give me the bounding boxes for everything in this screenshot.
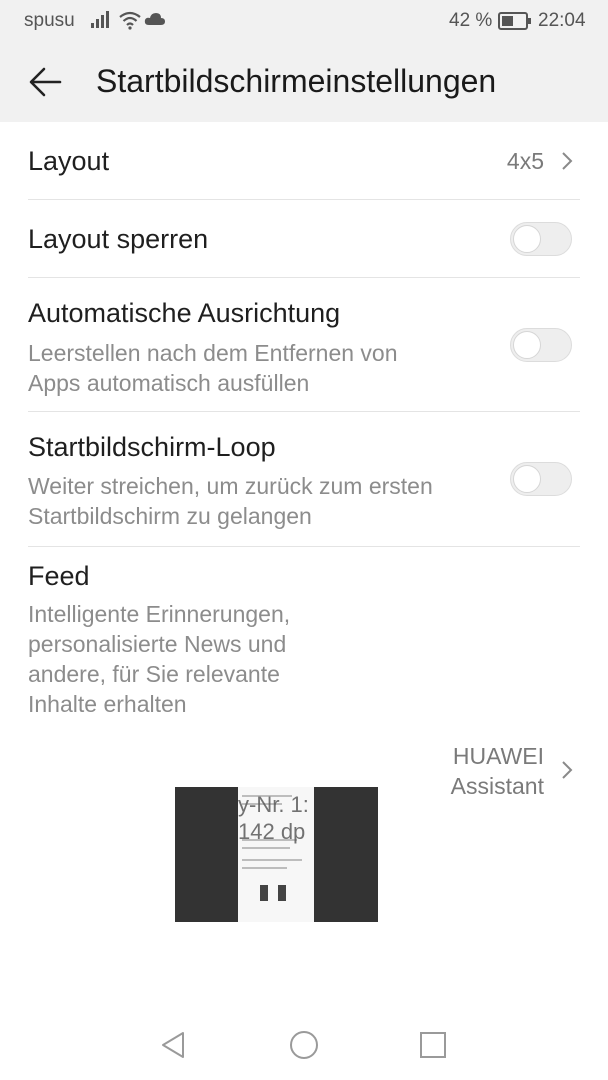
- status-bar: spusu 42 % 22:04: [0, 0, 608, 42]
- chevron-right-icon: [562, 152, 573, 170]
- setting-auto-align[interactable]: Automatische Ausrichtung Leerstellen nac…: [0, 278, 608, 412]
- setting-lock-layout-title: Layout sperren: [28, 224, 209, 254]
- setting-lock-layout[interactable]: Layout sperren: [0, 200, 608, 278]
- signal-icon: [91, 11, 109, 28]
- preview-block: [278, 885, 286, 901]
- setting-feed-title: Feed: [28, 561, 90, 591]
- setting-feed-subtitle-4: Inhalte erhalten: [28, 691, 187, 717]
- setting-feed-value-1: HUAWEI: [452, 743, 544, 769]
- wifi-icon: [119, 11, 141, 30]
- battery-icon: [498, 12, 531, 30]
- setting-feed-subtitle-3: andere, für Sie relevante: [28, 661, 280, 687]
- setting-auto-align-title: Automatische Ausrichtung: [28, 298, 341, 328]
- carrier-name: spusu: [24, 10, 75, 31]
- preview-overlay-line-1: y-Nr. 1:: [238, 792, 309, 817]
- setting-home-loop[interactable]: Startbildschirm-Loop Weiter streichen, u…: [0, 412, 608, 547]
- back-triangle-icon[interactable]: [157, 1028, 191, 1062]
- page-title: Startbildschirmeinstellungen: [96, 63, 497, 99]
- clock: 22:04: [538, 10, 586, 31]
- preview-line: [242, 847, 290, 849]
- toggle-knob: [513, 331, 541, 359]
- navigation-bar: [0, 1010, 608, 1080]
- setting-auto-align-subtitle-1: Leerstellen nach dem Entfernen von: [28, 340, 398, 366]
- cloud-icon: [144, 13, 165, 25]
- setting-auto-align-subtitle-2: Apps automatisch ausfüllen: [28, 370, 310, 396]
- toggle-knob: [513, 225, 541, 253]
- setting-feed-subtitle-1: Intelligente Erinnerungen,: [28, 601, 291, 627]
- app-bar: Startbildschirmeinstellungen: [0, 42, 608, 122]
- lock-layout-toggle[interactable]: [510, 222, 572, 256]
- auto-align-toggle[interactable]: [510, 328, 572, 362]
- screen-preview: y-Nr. 1: 142 dp: [175, 787, 378, 922]
- battery-percent: 42 %: [449, 10, 493, 31]
- preview-overlay-line-2: 142 dp: [238, 819, 306, 844]
- setting-layout-value: 4x5: [506, 148, 544, 174]
- setting-home-loop-subtitle-2: Startbildschirm zu gelangen: [28, 503, 312, 529]
- preview-line: [242, 867, 287, 869]
- setting-feed[interactable]: Feed Intelligente Erinnerungen, personal…: [0, 547, 608, 799]
- arrow-left-icon[interactable]: [24, 60, 68, 104]
- setting-feed-subtitle-2: personalisierte News und: [28, 631, 287, 657]
- home-circle-icon[interactable]: [287, 1028, 321, 1062]
- setting-home-loop-subtitle-1: Weiter streichen, um zurück zum ersten: [28, 473, 433, 499]
- toggle-knob: [513, 465, 541, 493]
- setting-layout[interactable]: Layout 4x5: [0, 122, 608, 200]
- preview-overlay-text: y-Nr. 1: 142 dp: [238, 791, 378, 845]
- preview-line: [242, 859, 302, 861]
- recents-square-icon[interactable]: [416, 1028, 450, 1062]
- preview-block: [260, 885, 268, 901]
- home-loop-toggle[interactable]: [510, 462, 572, 496]
- setting-home-loop-title: Startbildschirm-Loop: [28, 432, 276, 462]
- setting-layout-title: Layout: [28, 146, 110, 176]
- chevron-right-icon: [562, 761, 573, 779]
- setting-feed-value-2: Assistant: [450, 773, 544, 799]
